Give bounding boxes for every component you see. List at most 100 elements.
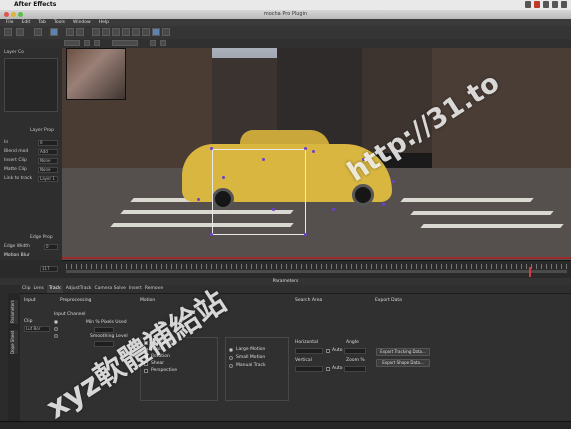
zoom-input[interactable] bbox=[344, 366, 366, 372]
channel-radio[interactable] bbox=[54, 327, 58, 331]
tab-lens[interactable]: Lens bbox=[34, 285, 44, 293]
edge-width-label: Edge Width bbox=[4, 244, 30, 249]
hand-tool-icon[interactable] bbox=[66, 28, 74, 36]
layer-controls-header: Layer Co bbox=[4, 50, 24, 55]
view-dropdown[interactable] bbox=[64, 40, 80, 46]
tab-clip[interactable]: Clip bbox=[22, 285, 31, 293]
small-motion-radio[interactable] bbox=[229, 356, 233, 360]
menu-tools[interactable]: Tools bbox=[54, 19, 65, 26]
record-icon[interactable] bbox=[534, 1, 540, 8]
undo-icon[interactable] bbox=[34, 28, 42, 36]
clip-dropdown[interactable]: Lut Bor bbox=[24, 326, 50, 332]
in-value[interactable]: 0 bbox=[38, 140, 58, 146]
minimize-window-icon[interactable] bbox=[11, 12, 16, 17]
transform-tool-icon[interactable] bbox=[142, 28, 150, 36]
bezier-tool-icon[interactable] bbox=[102, 28, 110, 36]
select-tool-icon[interactable] bbox=[50, 28, 58, 36]
zoom-window-icon[interactable] bbox=[18, 12, 23, 17]
layer-list[interactable] bbox=[4, 58, 58, 112]
link-to-track-label: Link to track bbox=[4, 176, 33, 181]
matte-clip-label: Matte Clip bbox=[4, 167, 27, 172]
tray-icon[interactable] bbox=[525, 1, 531, 8]
app-menu: File Edit Tab Tools Window Help bbox=[0, 19, 571, 26]
min-pixels-input[interactable] bbox=[94, 327, 114, 333]
spline-point[interactable] bbox=[382, 203, 385, 206]
spline-point[interactable] bbox=[262, 158, 265, 161]
horizontal-input[interactable] bbox=[295, 348, 323, 354]
planar-surface[interactable] bbox=[212, 149, 306, 235]
menu-help[interactable]: Help bbox=[99, 19, 109, 26]
timeline-track[interactable] bbox=[66, 270, 567, 273]
export-shape-data-button[interactable]: Export Shape Data... bbox=[376, 359, 430, 367]
tray-icon[interactable] bbox=[543, 1, 549, 8]
zoom-tool-icon[interactable] bbox=[76, 28, 84, 36]
pen-tool-icon[interactable] bbox=[122, 28, 130, 36]
color-icon[interactable] bbox=[150, 40, 156, 46]
spline-point[interactable] bbox=[332, 208, 335, 211]
zoom-dropdown[interactable] bbox=[112, 40, 138, 46]
link-to-track-dropdown[interactable]: Layer 1 bbox=[38, 176, 58, 182]
menu-tab[interactable]: Tab bbox=[38, 19, 46, 26]
grid-tool-icon[interactable] bbox=[162, 28, 170, 36]
preprocessing-section-title: Preprocessing bbox=[60, 298, 92, 303]
vertical-auto-checkbox[interactable] bbox=[326, 367, 330, 371]
blend-mode-dropdown[interactable]: Add bbox=[38, 149, 58, 155]
battery-icon[interactable] bbox=[561, 1, 567, 8]
menu-file[interactable]: File bbox=[6, 19, 14, 26]
spline-point[interactable] bbox=[312, 150, 315, 153]
tab-adjust-track[interactable]: AdjustTrack bbox=[66, 285, 92, 293]
zoom-label: Zoom % bbox=[346, 358, 365, 363]
surface-corner-handle[interactable] bbox=[304, 233, 307, 236]
overlay-icon[interactable] bbox=[94, 40, 100, 46]
side-tab-dope-sheet[interactable]: Dope Sheet bbox=[9, 329, 19, 355]
magnet-tool-icon[interactable] bbox=[132, 28, 140, 36]
manual-track-label: Manual Track bbox=[236, 363, 266, 368]
surface-tool-icon[interactable] bbox=[152, 28, 160, 36]
tab-insert[interactable]: Insert bbox=[129, 285, 142, 293]
export-tracking-data-button[interactable]: Export Tracking Data... bbox=[376, 348, 430, 356]
open-icon[interactable] bbox=[16, 28, 24, 36]
manual-track-radio[interactable] bbox=[229, 364, 233, 368]
menubar-tray bbox=[525, 1, 567, 8]
spline-point[interactable] bbox=[392, 180, 395, 183]
mattes-icon[interactable] bbox=[160, 40, 166, 46]
surface-corner-handle[interactable] bbox=[210, 233, 213, 236]
insert-clip-label: Insert Clip bbox=[4, 158, 27, 163]
horizontal-label: Horizontal bbox=[295, 340, 318, 345]
spline-point[interactable] bbox=[222, 176, 225, 179]
channel-radio[interactable] bbox=[54, 334, 58, 338]
frame-field[interactable]: 117 bbox=[40, 266, 58, 272]
insert-clip-dropdown[interactable]: None bbox=[38, 158, 58, 164]
spline-point[interactable] bbox=[197, 198, 200, 201]
playhead[interactable] bbox=[529, 267, 531, 277]
motion-blur-label[interactable]: Motion Blur bbox=[4, 253, 30, 259]
side-tab-parameters[interactable]: Parameters bbox=[9, 299, 19, 325]
angle-input[interactable] bbox=[344, 348, 366, 354]
matte-clip-dropdown[interactable]: None bbox=[38, 167, 58, 173]
close-window-icon[interactable] bbox=[4, 12, 9, 17]
menu-window[interactable]: Window bbox=[73, 19, 91, 26]
large-motion-radio[interactable] bbox=[229, 348, 233, 352]
vertical-input[interactable] bbox=[295, 366, 323, 372]
wifi-icon[interactable] bbox=[552, 1, 558, 8]
xspline-tool-icon[interactable] bbox=[92, 28, 100, 36]
layer-icon[interactable] bbox=[84, 40, 90, 46]
tab-remove[interactable]: Remove bbox=[145, 285, 163, 293]
tab-camera-solve[interactable]: Camera Solve bbox=[95, 285, 126, 293]
module-tabs: Clip Lens Track AdjustTrack Camera Solve… bbox=[20, 285, 571, 293]
os-app-name[interactable]: After Effects bbox=[14, 1, 56, 8]
tab-track[interactable]: Track bbox=[46, 285, 63, 293]
taxi-wheel bbox=[352, 184, 374, 206]
clip-label: Clip bbox=[24, 319, 33, 324]
min-pixels-label: Min % Pixels Used bbox=[86, 320, 127, 325]
save-icon[interactable] bbox=[4, 28, 12, 36]
horizontal-auto-checkbox[interactable] bbox=[326, 349, 330, 353]
spline-point[interactable] bbox=[272, 208, 275, 211]
menu-edit[interactable]: Edit bbox=[22, 19, 31, 26]
timeline[interactable] bbox=[62, 260, 571, 279]
surface-corner-handle[interactable] bbox=[304, 147, 307, 150]
surface-corner-handle[interactable] bbox=[210, 147, 213, 150]
channel-radio[interactable] bbox=[54, 320, 58, 324]
rect-tool-icon[interactable] bbox=[112, 28, 120, 36]
edge-width-input[interactable]: 0 bbox=[44, 244, 58, 250]
